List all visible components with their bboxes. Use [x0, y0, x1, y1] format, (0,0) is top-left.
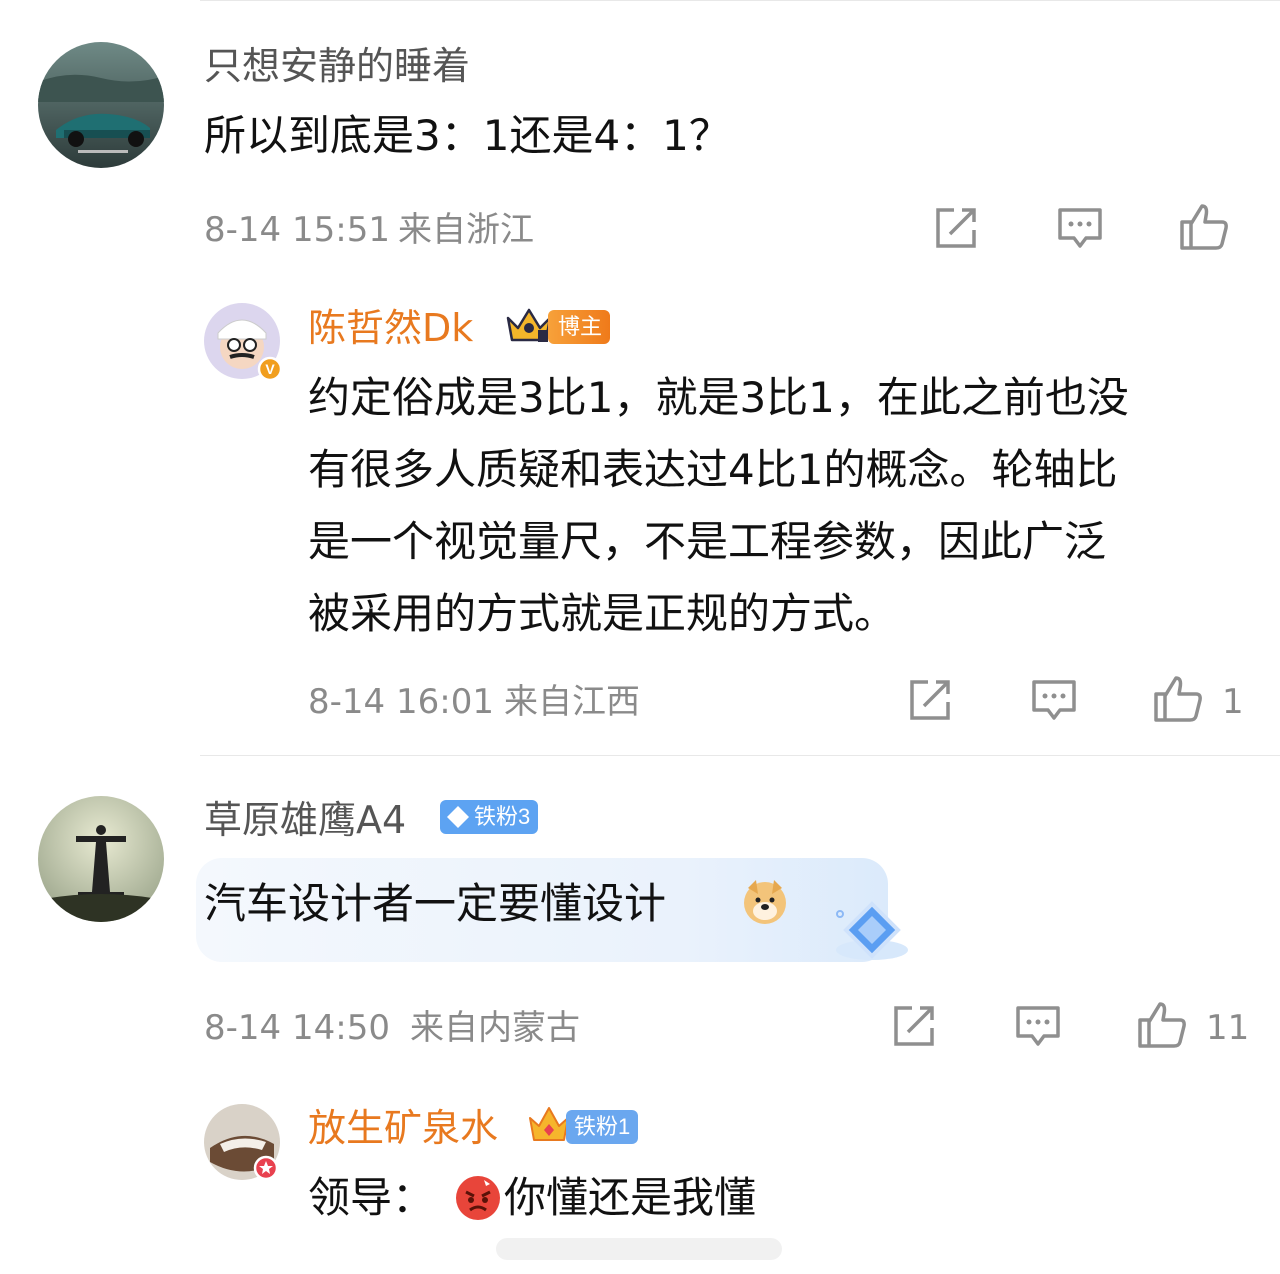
reply-text-line: 被采用的方式就是正规的方式。 — [308, 589, 897, 638]
thumbs-up-icon[interactable] — [1152, 674, 1204, 728]
like-count: 11 — [1206, 1008, 1250, 1048]
share-icon[interactable] — [890, 1004, 938, 1054]
reply-text-line: 是一个视觉量尺，不是工程参数，因此广泛 — [308, 517, 1107, 566]
comment-location: 来自浙江 — [398, 210, 534, 250]
thumbs-up-icon[interactable] — [1178, 202, 1230, 256]
reply-text: 领导： — [308, 1173, 435, 1222]
diamond-icon — [447, 806, 469, 828]
comment-icon[interactable] — [1014, 1004, 1062, 1054]
comment-location: 来自内蒙古 — [410, 1008, 580, 1048]
top-divider — [200, 0, 1280, 1]
share-icon[interactable] — [906, 678, 954, 728]
like-count: 1 — [1222, 682, 1244, 722]
more-replies-placeholder — [496, 1238, 782, 1260]
comment-text: 汽车设计者一定要懂设计 — [204, 879, 667, 928]
reply-text-after-emoji: 你懂还是我懂 — [504, 1173, 757, 1222]
share-icon[interactable] — [932, 206, 980, 256]
comment-text: 所以到底是3：1还是4：1？ — [204, 111, 731, 160]
angry-emoji-icon — [454, 1174, 502, 1226]
reply-location: 来自江西 — [504, 682, 640, 722]
reply-username[interactable]: 放生矿泉水 — [308, 1104, 498, 1152]
crown-icon — [504, 304, 554, 350]
doge-emoji-icon — [740, 876, 790, 930]
reply-text-line: 有很多人质疑和表达过4比1的概念。轮轴比 — [308, 445, 1118, 494]
avatar[interactable] — [38, 796, 164, 922]
svg-text:V: V — [265, 361, 275, 377]
thumbs-up-icon[interactable] — [1136, 1000, 1188, 1054]
avatar[interactable] — [38, 42, 164, 168]
comment-icon[interactable] — [1030, 678, 1078, 728]
comment-time: 8-14 15:51 — [204, 210, 390, 250]
comment-icon[interactable] — [1056, 206, 1104, 256]
comment-username[interactable]: 只想安静的睡着 — [204, 42, 470, 90]
reply-avatar[interactable]: V — [204, 303, 283, 382]
fan-badge-label: 铁粉3 — [474, 804, 531, 829]
comment-time: 8-14 14:50 — [204, 1008, 390, 1048]
comment-divider — [200, 755, 1280, 756]
blogger-badge: 博主 — [548, 310, 611, 344]
comment-username[interactable]: 草原雄鹰A4 — [204, 796, 406, 844]
fan-badge: 铁粉1 — [566, 1110, 639, 1144]
diamond-icon — [832, 900, 912, 970]
reply-time: 8-14 16:01 — [308, 682, 494, 722]
reply-avatar[interactable] — [204, 1104, 280, 1181]
fan-badge: 铁粉3 — [440, 800, 539, 834]
reply-text-line: 约定俗成是3比1，就是3比1，在此之前也没 — [308, 373, 1129, 422]
reply-username[interactable]: 陈哲然Dk — [308, 304, 473, 352]
